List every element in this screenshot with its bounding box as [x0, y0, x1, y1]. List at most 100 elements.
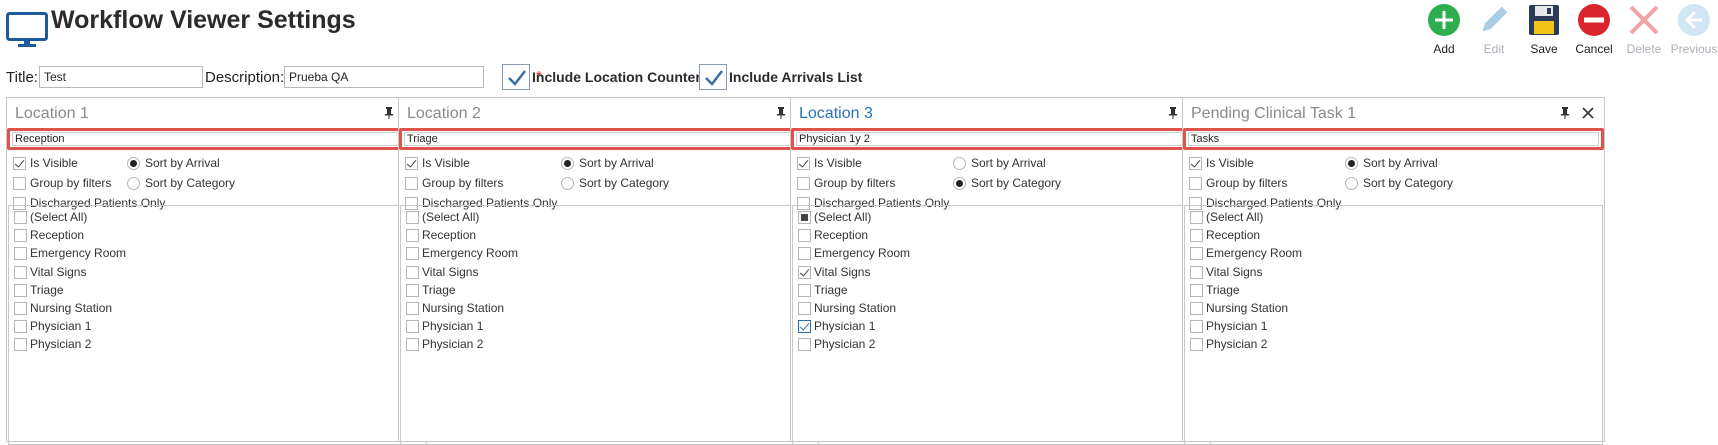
- previous-button[interactable]: Previous: [1670, 3, 1718, 59]
- list-item[interactable]: Nursing Station: [1185, 301, 1602, 317]
- list-item-checkbox[interactable]: [14, 265, 27, 279]
- is-visible-checkbox[interactable]: [1189, 157, 1202, 170]
- list-item-checkbox[interactable]: [406, 247, 419, 261]
- cancel-button[interactable]: Cancel: [1570, 3, 1618, 59]
- list-item[interactable]: (Select All): [1185, 210, 1602, 226]
- list-item[interactable]: Emergency Room: [793, 246, 1210, 262]
- list-item-checkbox[interactable]: [798, 338, 811, 352]
- list-item[interactable]: Vital Signs: [401, 265, 818, 281]
- list-item-checkbox[interactable]: [1190, 265, 1203, 279]
- panel-name-input[interactable]: [12, 132, 423, 146]
- list-item[interactable]: Vital Signs: [1185, 265, 1602, 281]
- list-item-checkbox[interactable]: [798, 247, 811, 261]
- list-item-checkbox[interactable]: [14, 211, 27, 224]
- list-item-checkbox[interactable]: [1190, 320, 1203, 334]
- list-item-checkbox[interactable]: [14, 338, 27, 352]
- delete-button[interactable]: Delete: [1620, 3, 1668, 59]
- is-visible-checkbox[interactable]: [797, 157, 810, 170]
- list-item[interactable]: Nursing Station: [793, 301, 1210, 317]
- list-item-checkbox[interactable]: [1190, 302, 1203, 315]
- add-button[interactable]: Add: [1420, 3, 1468, 59]
- is-visible-checkbox[interactable]: [13, 157, 26, 170]
- list-item[interactable]: Physician 1: [1185, 319, 1602, 335]
- list-item[interactable]: Physician 2: [9, 337, 426, 353]
- list-item-checkbox[interactable]: [798, 283, 811, 297]
- list-item[interactable]: (Select All): [9, 210, 426, 226]
- pin-icon[interactable]: [1168, 107, 1178, 119]
- list-item-checkbox[interactable]: [798, 211, 811, 224]
- list-item-checkbox[interactable]: [14, 229, 27, 243]
- panel-name-input[interactable]: [404, 132, 815, 146]
- list-item[interactable]: Physician 2: [1185, 337, 1602, 353]
- list-item[interactable]: Nursing Station: [9, 301, 426, 317]
- list-item-checkbox[interactable]: [1190, 229, 1203, 243]
- pin-icon[interactable]: [1560, 107, 1570, 119]
- list-item-label: Emergency Room: [814, 246, 911, 261]
- list-item[interactable]: Nursing Station: [401, 301, 818, 317]
- save-button[interactable]: Save: [1520, 3, 1568, 59]
- list-item-checkbox[interactable]: [406, 320, 419, 334]
- list-item[interactable]: Emergency Room: [9, 246, 426, 262]
- list-item-checkbox[interactable]: [798, 229, 811, 243]
- include-location-counters-checkbox[interactable]: [502, 64, 530, 90]
- list-item-checkbox[interactable]: [406, 265, 419, 279]
- list-item[interactable]: Reception: [401, 228, 818, 244]
- pin-icon[interactable]: [384, 107, 394, 119]
- list-item-checkbox[interactable]: [798, 320, 811, 334]
- title-input[interactable]: [39, 66, 203, 88]
- list-item[interactable]: Triage: [9, 283, 426, 299]
- list-item-checkbox[interactable]: [798, 302, 811, 315]
- list-item-checkbox[interactable]: [406, 211, 419, 224]
- list-item-checkbox[interactable]: [1190, 211, 1203, 224]
- list-item-checkbox[interactable]: [406, 283, 419, 297]
- group-by-filters-checkbox[interactable]: [797, 177, 810, 190]
- list-item[interactable]: Reception: [793, 228, 1210, 244]
- list-item-checkbox[interactable]: [406, 302, 419, 315]
- list-item-checkbox[interactable]: [406, 229, 419, 243]
- panel-name-input[interactable]: [796, 132, 1207, 146]
- sort-by-category-radio[interactable]: [953, 177, 966, 190]
- include-arrivals-list-checkbox[interactable]: [699, 64, 727, 90]
- list-item-checkbox[interactable]: [1190, 247, 1203, 261]
- list-item[interactable]: Physician 1: [9, 319, 426, 335]
- panel-name-input[interactable]: [1188, 132, 1599, 146]
- sort-by-arrival-radio[interactable]: [1345, 157, 1358, 170]
- group-by-filters-checkbox[interactable]: [405, 177, 418, 190]
- sort-by-category-radio[interactable]: [1345, 177, 1358, 190]
- list-item[interactable]: (Select All): [793, 210, 1210, 226]
- list-item-checkbox[interactable]: [14, 283, 27, 297]
- list-item-checkbox[interactable]: [406, 338, 419, 352]
- list-item[interactable]: Physician 1: [401, 319, 818, 335]
- list-item-checkbox[interactable]: [798, 265, 811, 279]
- sort-by-category-radio[interactable]: [561, 177, 574, 190]
- pin-icon[interactable]: [776, 107, 786, 119]
- list-item-checkbox[interactable]: [14, 247, 27, 261]
- list-item[interactable]: Reception: [9, 228, 426, 244]
- list-item[interactable]: Physician 2: [793, 337, 1210, 353]
- close-icon[interactable]: [1582, 107, 1594, 119]
- edit-button[interactable]: Edit: [1470, 3, 1518, 59]
- list-item[interactable]: Emergency Room: [1185, 246, 1602, 262]
- list-item[interactable]: Triage: [1185, 283, 1602, 299]
- list-item[interactable]: Vital Signs: [793, 265, 1210, 281]
- list-item[interactable]: Triage: [401, 283, 818, 299]
- list-item[interactable]: Physician 2: [401, 337, 818, 353]
- group-by-filters-checkbox[interactable]: [1189, 177, 1202, 190]
- description-input[interactable]: [284, 66, 484, 88]
- list-item[interactable]: Reception: [1185, 228, 1602, 244]
- sort-by-category-radio[interactable]: [127, 177, 140, 190]
- sort-by-arrival-radio[interactable]: [561, 157, 574, 170]
- list-item-checkbox[interactable]: [14, 320, 27, 334]
- list-item-checkbox[interactable]: [1190, 338, 1203, 352]
- list-item[interactable]: Emergency Room: [401, 246, 818, 262]
- is-visible-checkbox[interactable]: [405, 157, 418, 170]
- sort-by-arrival-radio[interactable]: [953, 157, 966, 170]
- list-item[interactable]: Vital Signs: [9, 265, 426, 281]
- list-item-checkbox[interactable]: [1190, 283, 1203, 297]
- group-by-filters-checkbox[interactable]: [13, 177, 26, 190]
- list-item[interactable]: (Select All): [401, 210, 818, 226]
- list-item[interactable]: Triage: [793, 283, 1210, 299]
- list-item-checkbox[interactable]: [14, 302, 27, 315]
- list-item[interactable]: Physician 1: [793, 319, 1210, 335]
- sort-by-arrival-radio[interactable]: [127, 157, 140, 170]
